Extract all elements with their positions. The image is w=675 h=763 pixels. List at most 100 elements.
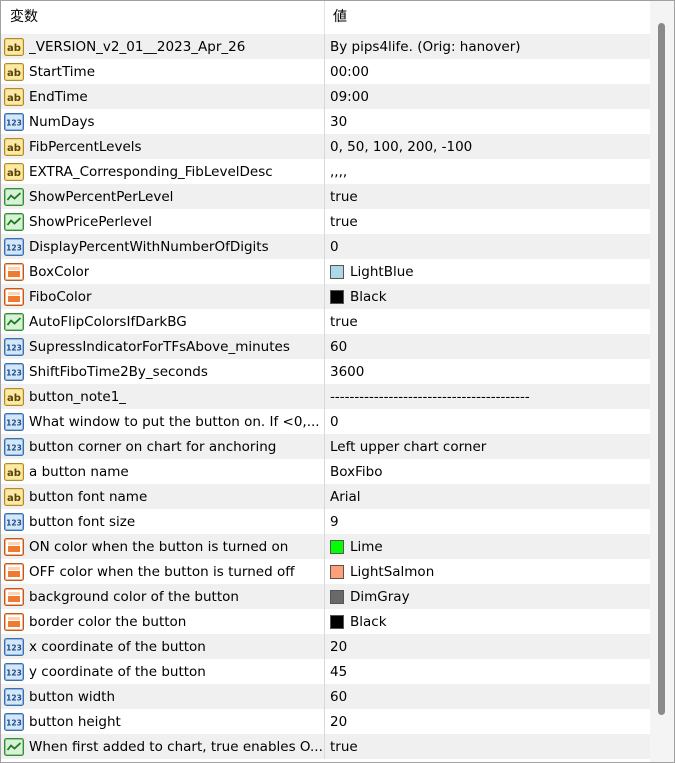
parameter-name-cell[interactable]: OFF color when the button is turned off <box>1 559 325 584</box>
parameter-value-cell[interactable]: BoxFibo <box>325 459 650 484</box>
table-row[interactable]: 123 button width 60 <box>1 684 650 709</box>
parameter-value-cell[interactable]: Lime <box>325 534 650 559</box>
parameter-value-cell[interactable]: Left upper chart corner <box>325 434 650 459</box>
table-row[interactable]: ab _VERSION_v2_01__2023_Apr_26 By pips4lif… <box>1 34 650 59</box>
parameter-value-cell[interactable]: DimGray <box>325 584 650 609</box>
scrollbar-thumb[interactable] <box>658 23 665 715</box>
table-row[interactable]: background color of the button DimGray <box>1 584 650 609</box>
table-row[interactable]: AutoFlipColorsIfDarkBG true <box>1 309 650 334</box>
table-row[interactable]: ab button_note1_ -------------------------… <box>1 384 650 409</box>
parameter-name-cell[interactable]: ab _VERSION_v2_01__2023_Apr_26 <box>1 34 325 59</box>
parameter-name-cell[interactable]: ShowPercentPerLevel <box>1 184 325 209</box>
table-row[interactable]: OFF color when the button is turned off L… <box>1 559 650 584</box>
table-row[interactable]: 123 button font size 9 <box>1 509 650 534</box>
parameter-value-cell[interactable]: 60 <box>325 684 650 709</box>
table-row[interactable]: FiboColor Black <box>1 284 650 309</box>
parameter-value-cell[interactable]: Arial <box>325 484 650 509</box>
parameter-name-cell[interactable]: ab button_note1_ <box>1 384 325 409</box>
parameter-value-cell[interactable]: By pips4life. (Orig: hanover) <box>325 34 650 59</box>
parameter-value-cell[interactable]: 0 <box>325 234 650 259</box>
parameter-name-cell[interactable]: ab EXTRA_Corresponding_FibLevelDesc <box>1 159 325 184</box>
parameter-name-cell[interactable]: When first added to chart, true enables … <box>1 734 325 759</box>
table-row[interactable]: border color the button Black <box>1 609 650 634</box>
parameter-value-cell[interactable]: Black <box>325 609 650 634</box>
table-row[interactable]: ShowPercentPerLevel true <box>1 184 650 209</box>
parameter-name-cell[interactable]: 123 button corner on chart for anchoring <box>1 434 325 459</box>
svg-text:ab: ab <box>7 393 21 404</box>
parameter-name-cell[interactable]: 123 button font size <box>1 509 325 534</box>
parameter-name-cell[interactable]: AutoFlipColorsIfDarkBG <box>1 309 325 334</box>
table-row[interactable]: 123 DisplayPercentWithNumberOfDigits 0 <box>1 234 650 259</box>
parameter-value-cell[interactable]: 00:00 <box>325 59 650 84</box>
parameter-name-cell[interactable]: 123 ShiftFiboTime2By_seconds <box>1 359 325 384</box>
parameter-name-cell[interactable]: ab FibPercentLevels <box>1 134 325 159</box>
svg-text:ab: ab <box>7 468 21 479</box>
parameter-name-cell[interactable]: FiboColor <box>1 284 325 309</box>
parameter-name-cell[interactable]: 123 DisplayPercentWithNumberOfDigits <box>1 234 325 259</box>
table-row[interactable]: 123 SupressIndicatorForTFsAbove_minutes 60 <box>1 334 650 359</box>
parameter-name-cell[interactable]: ab EndTime <box>1 84 325 109</box>
parameter-value-cell[interactable]: true <box>325 734 650 759</box>
boolean-type-icon <box>4 187 24 206</box>
table-row[interactable]: 123 y coordinate of the button 45 <box>1 659 650 684</box>
parameter-value: 00:00 <box>330 63 369 80</box>
parameter-value-cell[interactable]: 60 <box>325 334 650 359</box>
parameter-value-cell[interactable]: 20 <box>325 634 650 659</box>
parameter-value-cell[interactable]: LightSalmon <box>325 559 650 584</box>
table-row[interactable]: 123 What window to put the button on. If … <box>1 409 650 434</box>
column-header-value[interactable]: 値 <box>325 1 650 34</box>
parameter-name-cell[interactable]: border color the button <box>1 609 325 634</box>
parameter-value-cell[interactable]: 3600 <box>325 359 650 384</box>
vertical-scrollbar[interactable] <box>650 1 674 762</box>
parameter-value-cell[interactable]: 9 <box>325 509 650 534</box>
parameter-name-cell[interactable]: ab StartTime <box>1 59 325 84</box>
table-row[interactable]: BoxColor LightBlue <box>1 259 650 284</box>
parameter-value-cell[interactable]: 0 <box>325 409 650 434</box>
parameter-value-cell[interactable]: true <box>325 184 650 209</box>
parameter-value-cell[interactable]: true <box>325 209 650 234</box>
parameter-value-cell[interactable]: Black <box>325 284 650 309</box>
parameter-name-cell[interactable]: 123 y coordinate of the button <box>1 659 325 684</box>
parameter-name-cell[interactable]: ShowPricePerlevel <box>1 209 325 234</box>
parameter-name-cell[interactable]: BoxColor <box>1 259 325 284</box>
parameter-name-cell[interactable]: 123 NumDays <box>1 109 325 134</box>
parameter-value: 9 <box>330 513 339 530</box>
parameter-name-cell[interactable]: 123 x coordinate of the button <box>1 634 325 659</box>
table-row[interactable]: ab StartTime 00:00 <box>1 59 650 84</box>
table-row[interactable]: 123 button corner on chart for anchoring L… <box>1 434 650 459</box>
parameter-name-cell[interactable]: ab a button name <box>1 459 325 484</box>
parameter-value-cell[interactable]: LightBlue <box>325 259 650 284</box>
parameter-name-cell[interactable]: 123 button width <box>1 684 325 709</box>
parameter-name-cell[interactable]: 123 button height <box>1 709 325 734</box>
parameter-name-cell[interactable]: ab button font name <box>1 484 325 509</box>
parameter-value-cell[interactable]: ,,,, <box>325 159 650 184</box>
parameter-value-cell[interactable]: 30 <box>325 109 650 134</box>
parameter-name: OFF color when the button is turned off <box>29 563 295 580</box>
svg-text:123: 123 <box>6 668 22 677</box>
parameter-name-cell[interactable]: 123 SupressIndicatorForTFsAbove_minutes <box>1 334 325 359</box>
table-row[interactable]: ab button font name Arial <box>1 484 650 509</box>
parameter-value-cell[interactable]: 45 <box>325 659 650 684</box>
table-row[interactable]: ab EndTime 09:00 <box>1 84 650 109</box>
table-row[interactable]: ab EXTRA_Corresponding_FibLevelDesc,,,, <box>1 159 650 184</box>
table-row[interactable]: ab FibPercentLevels 0, 50, 100, 200, -100 <box>1 134 650 159</box>
parameter-value: 20 <box>330 638 348 655</box>
table-row[interactable]: 123 ShiftFiboTime2By_seconds 3600 <box>1 359 650 384</box>
parameter-value-cell[interactable]: 0, 50, 100, 200, -100 <box>325 134 650 159</box>
parameter-value-cell[interactable]: ----------------------------------------… <box>325 384 650 409</box>
table-row[interactable]: ShowPricePerlevel true <box>1 209 650 234</box>
parameter-name-cell[interactable]: ON color when the button is turned on <box>1 534 325 559</box>
column-header-variable[interactable]: 変数 <box>1 1 325 34</box>
parameter-name-cell[interactable]: 123 What window to put the button on. If … <box>1 409 325 434</box>
table-row[interactable]: When first added to chart, true enables … <box>1 734 650 759</box>
parameter-value-cell[interactable]: 09:00 <box>325 84 650 109</box>
parameter-value-cell[interactable]: 20 <box>325 709 650 734</box>
table-row[interactable]: ab a button name BoxFibo <box>1 459 650 484</box>
parameter-name-cell[interactable]: background color of the button <box>1 584 325 609</box>
table-row[interactable]: 123 x coordinate of the button 20 <box>1 634 650 659</box>
table-row[interactable]: ON color when the button is turned on Lim… <box>1 534 650 559</box>
parameter-value-cell[interactable]: true <box>325 309 650 334</box>
table-row[interactable]: 123 NumDays 30 <box>1 109 650 134</box>
color-swatch <box>330 539 344 554</box>
table-row[interactable]: 123 button height 20 <box>1 709 650 734</box>
